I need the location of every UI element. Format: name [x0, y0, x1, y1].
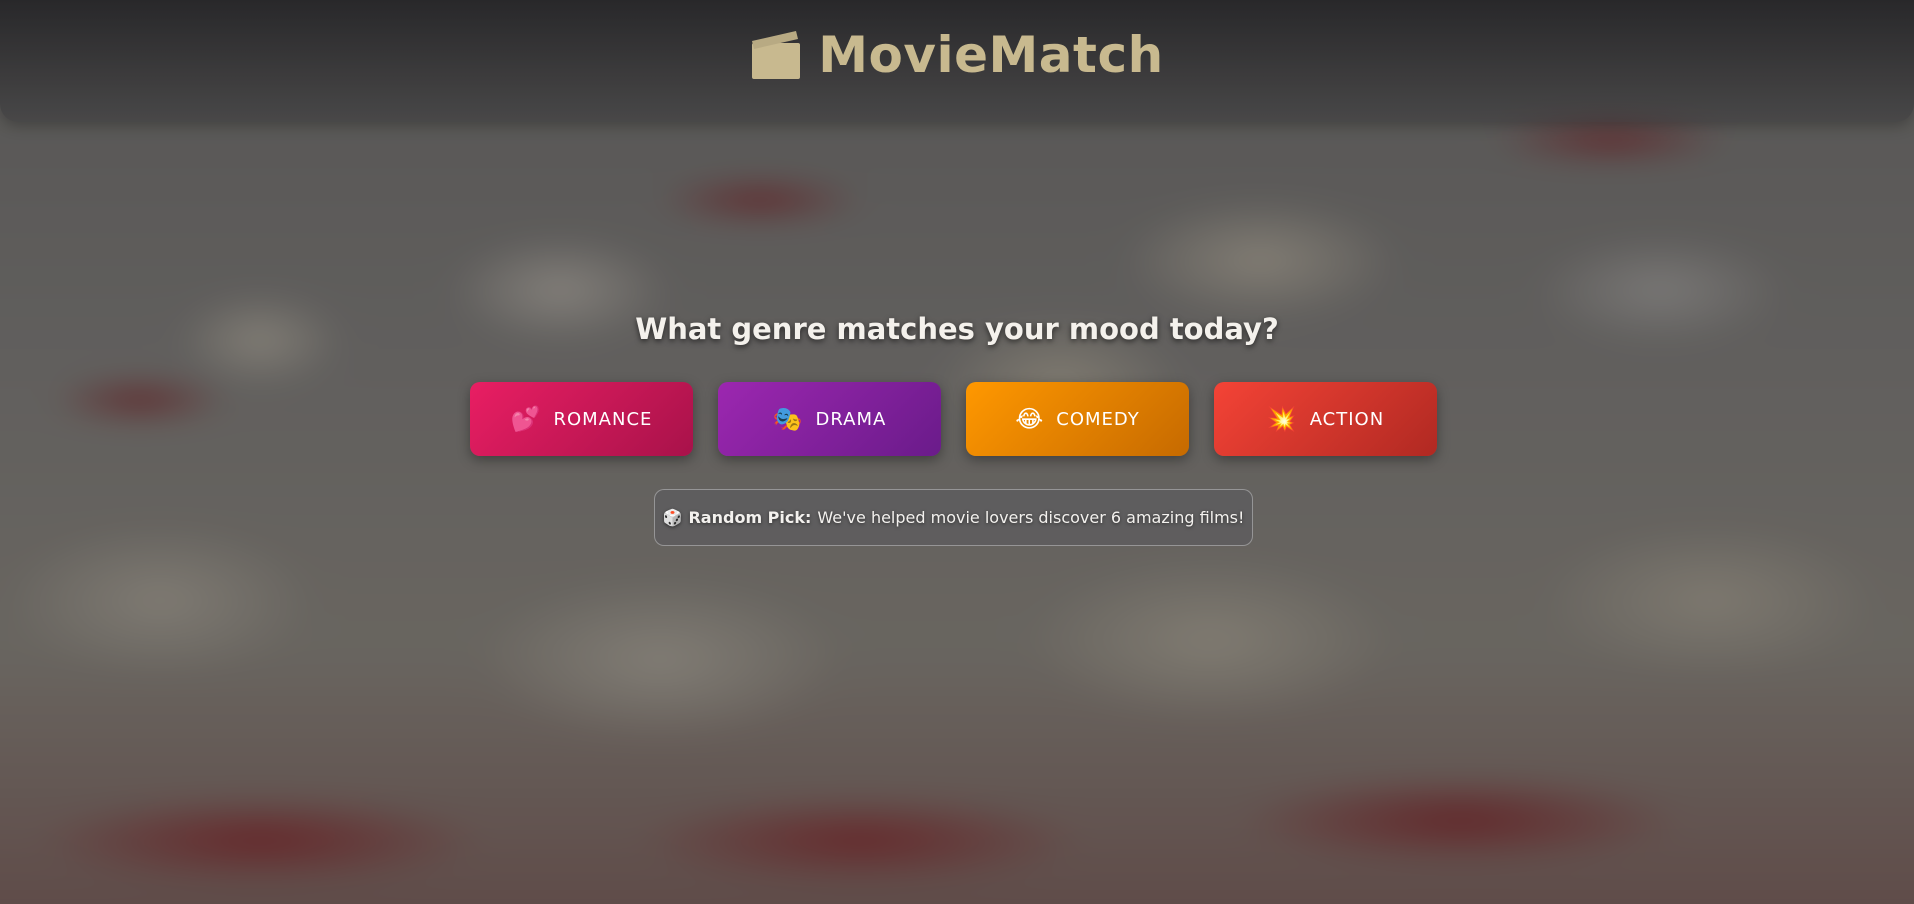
genre-label: ACTION: [1309, 408, 1385, 430]
comedy-button[interactable]: 😂 COMEDY: [966, 382, 1189, 456]
main-content: What genre matches your mood today? 💕 RO…: [0, 0, 1914, 904]
collision-icon: 💥: [1266, 405, 1298, 433]
drama-button[interactable]: 🎭 DRAMA: [718, 382, 941, 456]
page: MovieMatch What genre matches your mood …: [0, 0, 1914, 904]
laughing-face-icon: 😂: [1015, 405, 1045, 433]
random-pick-label: Random Pick:: [688, 508, 812, 527]
mood-question: What genre matches your mood today?: [635, 312, 1279, 346]
action-button[interactable]: 💥 ACTION: [1214, 382, 1437, 456]
random-pick-text: We've helped movie lovers discover 6 ama…: [817, 508, 1245, 527]
two-hearts-icon: 💕: [510, 405, 542, 433]
genre-label: DRAMA: [815, 408, 887, 430]
genre-buttons: 💕 ROMANCE 🎭 DRAMA 😂 COMEDY 💥 ACTION: [470, 382, 1437, 456]
genre-label: ROMANCE: [553, 408, 653, 430]
genre-label: COMEDY: [1056, 408, 1140, 430]
performing-arts-icon: 🎭: [772, 405, 804, 433]
random-pick-banner: 🎲 Random Pick: We've helped movie lovers…: [654, 489, 1253, 546]
romance-button[interactable]: 💕 ROMANCE: [470, 382, 693, 456]
dice-icon: 🎲: [662, 508, 683, 527]
